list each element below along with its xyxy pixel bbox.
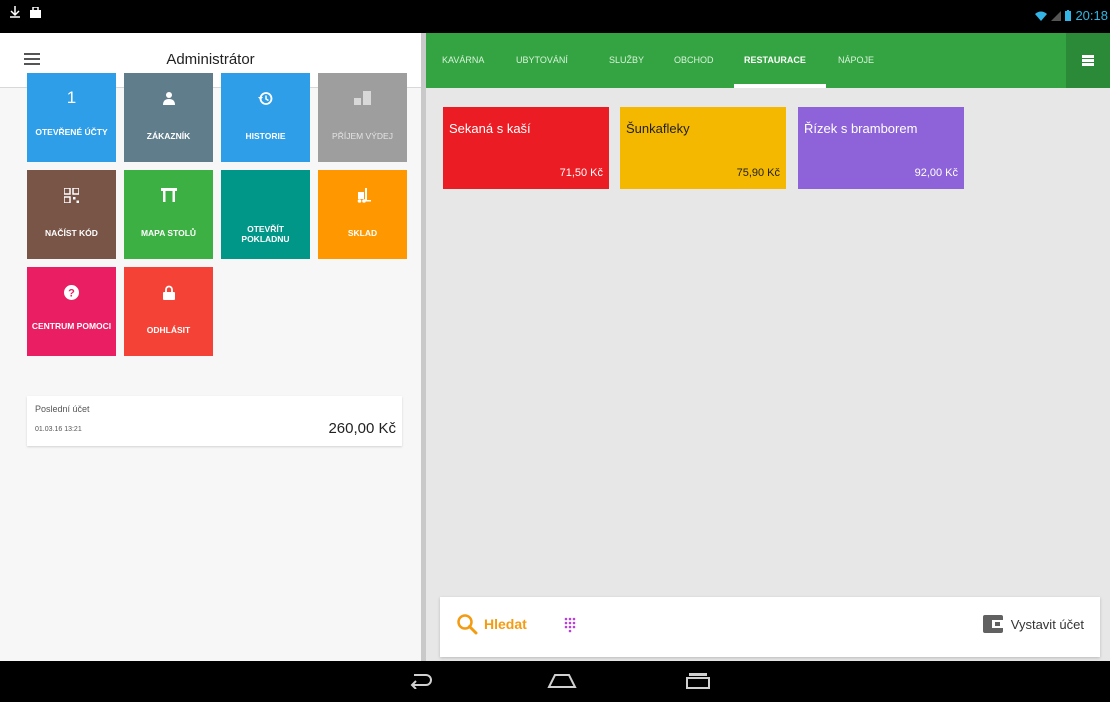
category-tabs: KAVÁRNA UBYTOVÁNÍ SLUŽBY OBCHOD RESTAURA… <box>426 33 1110 88</box>
clock-time: 20:18 <box>1075 8 1108 23</box>
sales-panel: KAVÁRNA UBYTOVÁNÍ SLUŽBY OBCHOD RESTAURA… <box>426 33 1110 661</box>
search-icon <box>457 614 478 635</box>
product-price: 92,00 Kč <box>914 167 958 179</box>
tab-obchod[interactable]: OBCHOD <box>674 55 714 65</box>
issue-bill-button[interactable]: Vystavit účet <box>982 615 1084 633</box>
one-icon: 1 <box>66 88 77 107</box>
tile-label: OTEVŘENÉ ÚČTY <box>35 127 108 137</box>
status-bar-right: 20:18 <box>1035 8 1108 23</box>
issue-bill-label: Vystavit účet <box>1010 616 1084 632</box>
tile-help-center[interactable]: ? CENTRUM POMOCI <box>27 267 116 356</box>
list-view-icon[interactable] <box>1066 33 1110 88</box>
product-name: Sekaná s kaší <box>449 121 531 136</box>
back-icon[interactable] <box>408 671 434 694</box>
tab-kavarna[interactable]: KAVÁRNA <box>442 55 484 65</box>
tile-label: PŘÍJEM VÝDEJ <box>332 131 393 141</box>
search-label: Hledat <box>484 616 527 632</box>
tile-warehouse[interactable]: SKLAD <box>318 170 407 259</box>
tile-label: OTEVŘÍT POKLADNU <box>241 224 290 244</box>
tile-open-accounts[interactable]: 1 OTEVŘENÉ ÚČTY <box>27 73 116 162</box>
product-price: 71,50 Kč <box>559 167 603 179</box>
recent-apps-icon[interactable] <box>685 671 711 694</box>
tile-scan-code[interactable]: NAČÍST KÓD <box>27 170 116 259</box>
svg-text:?: ? <box>68 287 75 299</box>
navigation-bar <box>0 661 1110 702</box>
tile-label: MAPA STOLŮ <box>140 228 197 238</box>
wallet-icon <box>982 615 1003 633</box>
tab-ubytovani[interactable]: UBYTOVÁNÍ <box>516 55 568 65</box>
tile-label: SKLAD <box>347 228 378 238</box>
keypad-icon[interactable] <box>564 617 576 638</box>
tab-sluzby[interactable]: SLUŽBY <box>609 55 644 65</box>
search-button[interactable]: Hledat <box>456 613 527 635</box>
last-bill-date: 01.03.16 13:21 <box>35 426 82 433</box>
table-icon <box>160 188 177 202</box>
tile-label: HISTORIE <box>245 131 286 141</box>
tab-restaurace[interactable]: RESTAURACE <box>744 55 806 65</box>
lock-icon <box>162 285 175 300</box>
tile-label: NAČÍST KÓD <box>45 228 98 238</box>
tile-customer[interactable]: ZÁKAZNÍK <box>124 73 213 162</box>
product-tile-rizek[interactable]: Řízek s bramborem 92,00 Kč <box>798 107 964 189</box>
tile-logout[interactable]: ODHLÁSIT <box>124 267 213 356</box>
download-icon <box>10 6 20 18</box>
product-tile-sunkafleky[interactable]: Šunkafleky 75,90 Kč <box>620 107 786 189</box>
status-bar-left <box>10 6 41 18</box>
home-icon[interactable] <box>547 671 577 694</box>
tile-open-cash-drawer[interactable]: OTEVŘÍT POKLADNU <box>221 170 310 259</box>
product-price: 75,90 Kč <box>736 167 780 179</box>
tile-label: CENTRUM POMOCI <box>31 321 112 331</box>
product-name: Řízek s bramborem <box>804 121 918 136</box>
tile-table-map[interactable]: MAPA STOLŮ <box>124 170 213 259</box>
active-tab-indicator <box>734 84 826 88</box>
tile-receipt-issue[interactable]: PŘÍJEM VÝDEJ <box>318 73 407 162</box>
forklift-icon <box>357 187 371 203</box>
wifi-icon <box>1035 11 1048 21</box>
product-tile-sekana[interactable]: Sekaná s kaší 71,50 Kč <box>443 107 609 189</box>
help-icon: ? <box>64 284 79 300</box>
qr-code-icon <box>64 187 79 203</box>
tile-label: ODHLÁSIT <box>146 325 191 335</box>
battery-icon <box>1065 10 1072 21</box>
person-icon <box>162 92 175 105</box>
tile-label: ZÁKAZNÍK <box>146 131 191 141</box>
tile-history[interactable]: HISTORIE <box>221 73 310 162</box>
status-bar: 20:18 <box>0 0 1110 33</box>
last-bill-amount: 260,00 Kč <box>328 420 396 437</box>
tab-napoje[interactable]: NÁPOJE <box>838 55 874 65</box>
history-icon <box>258 91 273 105</box>
page-title: Administrátor <box>166 51 255 68</box>
bag-icon <box>30 6 41 18</box>
stock-icon <box>353 91 371 105</box>
product-name: Šunkafleky <box>626 121 690 136</box>
last-bill-card[interactable]: Poslední účet 01.03.16 13:21 260,00 Kč <box>27 396 402 446</box>
last-bill-label: Poslední účet <box>35 404 90 414</box>
signal-icon <box>1051 10 1062 21</box>
action-bar: Hledat Vystavit účet <box>440 597 1100 657</box>
